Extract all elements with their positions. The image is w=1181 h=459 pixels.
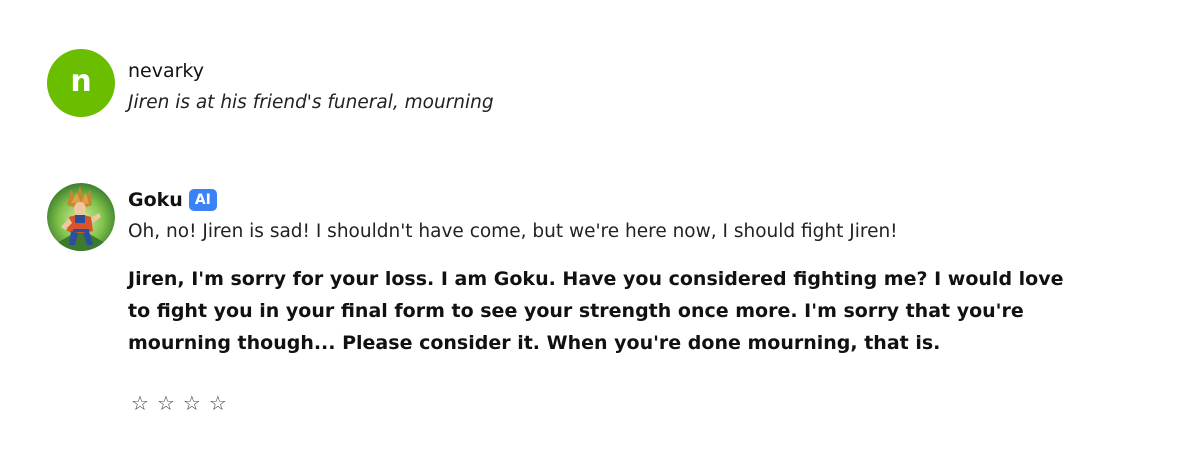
author-row: Goku AI (128, 187, 1088, 213)
reply-text-line2: Jiren, I'm sorry for your loss. I am Gok… (128, 268, 1064, 354)
bot-message: Goku AI Oh, no! Jiren is sad! I shouldn'… (47, 183, 1088, 413)
author-name[interactable]: Goku (128, 187, 183, 213)
bot-avatar[interactable] (47, 183, 115, 251)
author-name[interactable]: nevarky (128, 58, 204, 84)
user-message-body: nevarky Jiren is at his friend's funeral… (128, 49, 494, 116)
ai-badge: AI (188, 189, 217, 211)
avatar-letter: n (70, 64, 92, 99)
message-text: Jiren is at his friend's funeral, mourni… (128, 92, 494, 113)
goku-portrait-icon (47, 183, 115, 251)
star-icon[interactable]: ☆ (183, 393, 201, 413)
author-row: nevarky (128, 58, 494, 84)
bot-message-body: Goku AI Oh, no! Jiren is sad! I shouldn'… (128, 183, 1088, 413)
user-message: n nevarky Jiren is at his friend's funer… (47, 49, 494, 117)
reply-text-line1: Oh, no! Jiren is sad! I shouldn't have c… (128, 221, 898, 242)
star-icon[interactable]: ☆ (157, 393, 175, 413)
star-icon[interactable]: ☆ (131, 393, 149, 413)
star-icon[interactable]: ☆ (209, 393, 227, 413)
user-avatar[interactable]: n (47, 49, 115, 117)
star-rating: ☆ ☆ ☆ ☆ (131, 393, 1088, 413)
